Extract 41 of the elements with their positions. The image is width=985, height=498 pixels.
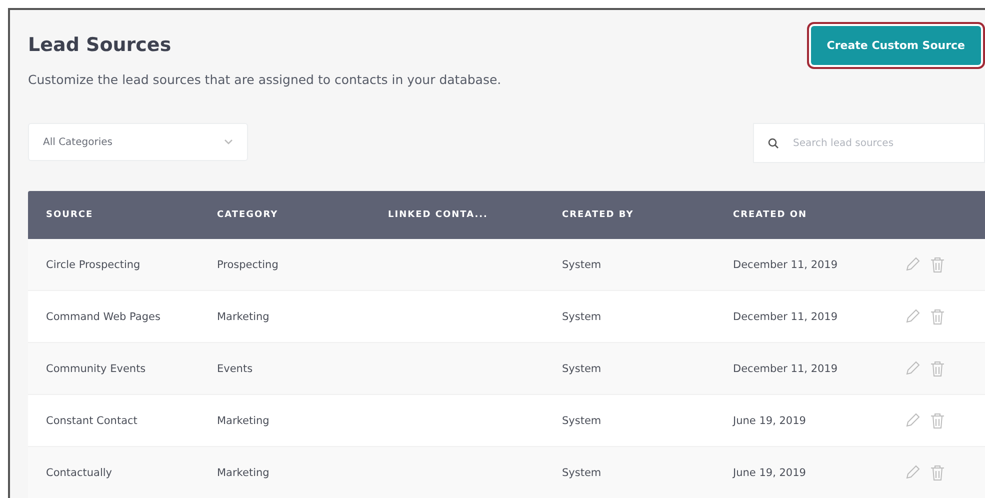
table-cell-text: June 19, 2019 [733,466,807,478]
edit-icon[interactable] [905,309,920,324]
table-cell-text: Contactually [46,466,113,478]
table-cell-text: December 11, 2019 [733,310,839,322]
column-header[interactable]: SOURCE [46,210,217,220]
table-cell-text: Command Web Pages [46,310,162,322]
page-title: Lead Sources [28,34,172,56]
table-cell-text: System [562,362,602,374]
edit-icon[interactable] [905,257,920,272]
create-custom-source-button[interactable]: Create Custom Source [810,26,981,65]
table-cell-text: December 11, 2019 [733,362,839,374]
table-cell-text: Community Events [46,362,147,374]
trash-icon[interactable] [930,360,945,376]
table-cell-text: June 19, 2019 [733,414,807,426]
table-cell-text: Marketing [217,310,270,322]
category-dropdown[interactable]: All Categories [28,123,248,161]
trash-icon[interactable] [930,464,945,480]
table-cell-text: System [562,414,602,426]
column-header[interactable]: CATEGORY [217,210,388,220]
edit-icon[interactable] [905,361,920,376]
table-cell-text: Events [217,362,254,374]
column-header[interactable]: CREATED ON [733,210,985,220]
table-cell-text: Marketing [217,466,270,478]
trash-icon[interactable] [930,412,945,428]
table-cell-text: Constant Contact [46,414,138,426]
table-cell-text: System [562,258,602,270]
trash-icon[interactable] [930,308,945,324]
edit-icon[interactable] [905,413,920,428]
table-cell-text: Marketing [217,414,270,426]
column-header[interactable]: LINKED CONTA... [388,210,562,220]
table-cell-text: December 11, 2019 [733,258,839,270]
table-cell-text: System [562,310,602,322]
table-cell-text: Circle Prospecting [46,258,142,270]
edit-icon[interactable] [905,465,920,480]
trash-icon[interactable] [930,256,945,272]
column-header[interactable]: CREATED BY [562,210,733,220]
search-icon [768,138,779,148]
page-description: Customize the lead sources that are assigned to contacts in your database. [28,72,502,87]
caret-icon [224,139,233,145]
table-cell-text: System [562,466,602,478]
table-cell-text: Prospecting [217,258,280,270]
